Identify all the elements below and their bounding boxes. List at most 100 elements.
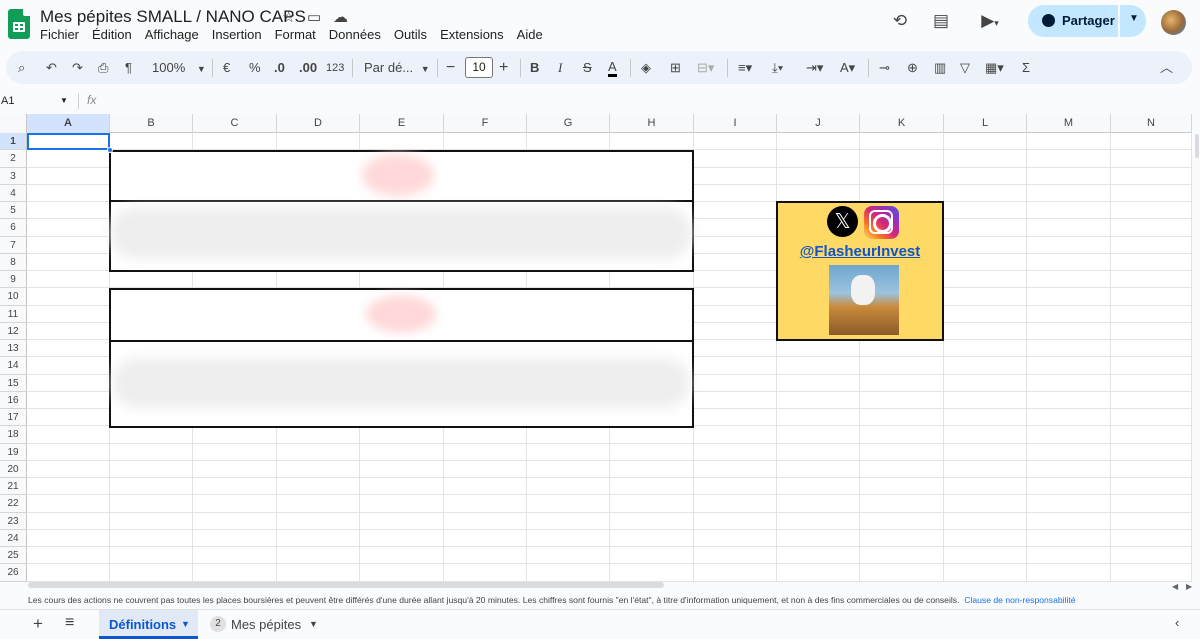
column-header-l[interactable]: L	[944, 114, 1027, 133]
column-header-d[interactable]: D	[277, 114, 360, 133]
sheet-tab-menu-icon[interactable]: ▼	[309, 619, 318, 629]
row-header-15[interactable]: 15	[0, 374, 27, 392]
row-header-1[interactable]: 1	[0, 133, 27, 151]
column-header-e[interactable]: E	[360, 114, 444, 133]
insert-chart-icon[interactable]: ▥	[934, 59, 946, 77]
text-rotation-icon[interactable]: A▾	[840, 59, 855, 77]
row-header-10[interactable]: 10	[0, 288, 27, 306]
share-button[interactable]: Partager ▼	[1028, 5, 1146, 37]
row-header-24[interactable]: 24	[0, 529, 27, 547]
row-header-16[interactable]: 16	[0, 391, 27, 409]
column-header-f[interactable]: F	[444, 114, 527, 133]
sheets-logo-icon[interactable]	[8, 9, 30, 39]
all-sheets-icon[interactable]: ≡	[65, 614, 74, 632]
sidebar-toggle-icon[interactable]: ‹	[1175, 615, 1179, 630]
column-header-g[interactable]: G	[527, 114, 610, 133]
filter-views-icon[interactable]: ▦▾	[985, 59, 1004, 77]
fill-color-icon[interactable]: ◈	[641, 59, 651, 77]
instagram-icon[interactable]	[864, 206, 899, 239]
search-menus-icon[interactable]: ⌕	[18, 59, 25, 77]
vertical-align-icon[interactable]: ⤓▾	[772, 59, 783, 77]
row-header-2[interactable]: 2	[0, 150, 27, 168]
column-header-i[interactable]: I	[694, 114, 777, 133]
name-box[interactable]: A1 ▼	[0, 92, 72, 110]
avatar[interactable]	[1161, 10, 1186, 35]
decrease-decimals-button[interactable]: .0	[274, 59, 285, 77]
column-header-a[interactable]: A	[27, 114, 110, 133]
comments-icon[interactable]: ▤	[930, 10, 952, 32]
row-header-5[interactable]: 5	[0, 202, 27, 220]
x-twitter-icon[interactable]: 𝕏	[827, 206, 858, 237]
redo-icon[interactable]: ↷	[72, 59, 83, 77]
row-header-26[interactable]: 26	[0, 564, 27, 582]
undo-icon[interactable]: ↶	[46, 59, 57, 77]
document-title[interactable]: Mes pépites SMALL / NANO CAPS	[40, 7, 306, 27]
borders-icon[interactable]: ⊞	[670, 59, 681, 77]
menu-donnees[interactable]: Données	[329, 27, 381, 42]
increase-font-size-button[interactable]: +	[499, 59, 508, 77]
row-header-13[interactable]: 13	[0, 340, 27, 358]
print-icon[interactable]: ⎙	[98, 59, 108, 77]
paint-format-icon[interactable]: ¶	[125, 59, 132, 77]
row-header-22[interactable]: 22	[0, 495, 27, 513]
column-header-m[interactable]: M	[1027, 114, 1111, 133]
percent-format-button[interactable]: %	[249, 59, 261, 77]
row-header-7[interactable]: 7	[0, 236, 27, 254]
row-header-14[interactable]: 14	[0, 357, 27, 375]
font-select[interactable]: Par dé... ▼	[364, 59, 430, 77]
column-header-c[interactable]: C	[193, 114, 277, 133]
star-icon[interactable]: ☆	[282, 8, 295, 26]
strikethrough-button[interactable]: S	[583, 59, 592, 77]
column-header-k[interactable]: K	[860, 114, 944, 133]
filter-icon[interactable]: ▽	[960, 59, 970, 77]
increase-decimals-button[interactable]: .00	[299, 59, 317, 77]
collapse-toolbar-icon[interactable]: ︿	[1160, 59, 1173, 77]
menu-aide[interactable]: Aide	[517, 27, 543, 42]
menu-affichage[interactable]: Affichage	[145, 27, 199, 42]
row-header-9[interactable]: 9	[0, 271, 27, 289]
row-header-11[interactable]: 11	[0, 305, 27, 323]
font-size-input[interactable]: 10	[465, 57, 493, 78]
disclaimer-link[interactable]: Clause de non-responsabilité	[964, 595, 1075, 605]
text-wrapping-icon[interactable]: ⇥▾	[806, 59, 823, 77]
more-formats-button[interactable]: 123	[326, 59, 344, 77]
social-promo-card[interactable]: 𝕏 @FlasheurInvest	[776, 201, 944, 341]
row-header-23[interactable]: 23	[0, 512, 27, 530]
move-folder-icon[interactable]: ▭	[307, 8, 321, 26]
row-header-25[interactable]: 25	[0, 547, 27, 565]
horizontal-scrollbar[interactable]	[28, 582, 664, 588]
row-header-18[interactable]: 18	[0, 426, 27, 444]
row-header-12[interactable]: 12	[0, 322, 27, 340]
menu-outils[interactable]: Outils	[394, 27, 427, 42]
sheet-grid[interactable]: 1 2 3 4 5 6 7 8 9 10 11 12 13 14 15 16 17 18 19 20 21 22 23 24 2…	[0, 114, 1192, 582]
sheet-tab-menu-icon[interactable]: ▼	[181, 619, 190, 629]
decrease-font-size-button[interactable]: −	[446, 59, 455, 77]
functions-button[interactable]: Σ	[1022, 59, 1030, 77]
zoom-select[interactable]: 100% ▼	[152, 59, 206, 77]
row-header-19[interactable]: 19	[0, 443, 27, 461]
currency-format-button[interactable]: €	[223, 59, 230, 77]
row-header-20[interactable]: 20	[0, 460, 27, 478]
horizontal-align-icon[interactable]: ≡▾	[738, 59, 752, 77]
social-handle-link[interactable]: @FlasheurInvest	[778, 243, 942, 260]
row-header-6[interactable]: 6	[0, 219, 27, 237]
insert-link-icon[interactable]: ⊸	[879, 59, 890, 77]
column-header-h[interactable]: H	[610, 114, 694, 133]
scroll-left-icon[interactable]: ◀	[1172, 582, 1178, 591]
share-dropdown-icon[interactable]: ▼	[1129, 13, 1139, 24]
row-header-17[interactable]: 17	[0, 409, 27, 427]
bold-button[interactable]: B	[530, 59, 539, 77]
insert-comment-icon[interactable]: ⊕	[907, 59, 918, 77]
row-header-4[interactable]: 4	[0, 184, 27, 202]
menu-edition[interactable]: Édition	[92, 27, 132, 42]
fill-handle[interactable]	[107, 147, 113, 153]
column-header-n[interactable]: N	[1111, 114, 1192, 133]
row-header-21[interactable]: 21	[0, 478, 27, 496]
menu-format[interactable]: Format	[275, 27, 316, 42]
menu-extensions[interactable]: Extensions	[440, 27, 504, 42]
italic-button[interactable]: I	[558, 59, 562, 77]
add-sheet-icon[interactable]: +	[33, 614, 43, 634]
meet-video-icon[interactable]: ▶▾	[975, 10, 1005, 32]
selected-cell-a1[interactable]	[27, 133, 110, 150]
version-history-icon[interactable]: ⟲	[889, 10, 911, 32]
